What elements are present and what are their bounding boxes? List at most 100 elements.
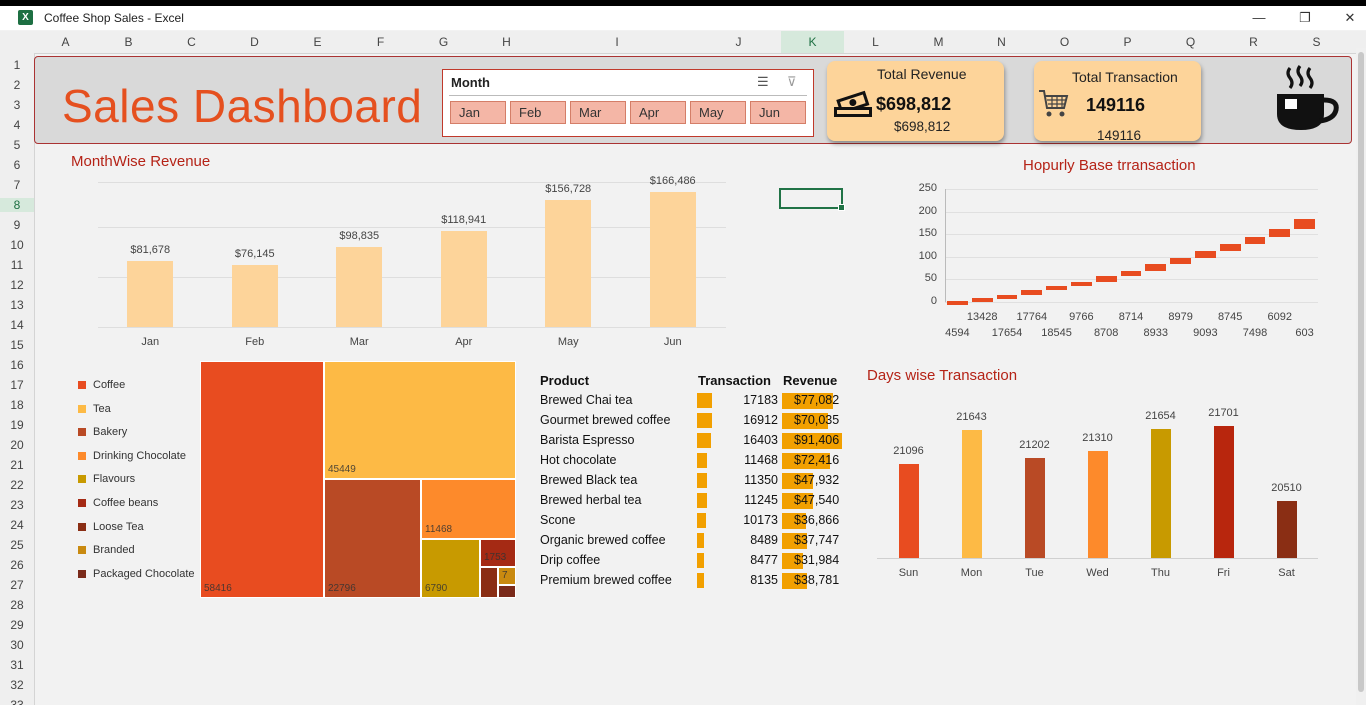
column-header-l[interactable]: L (844, 35, 907, 49)
row-header-18[interactable]: 18 (0, 398, 34, 412)
row-header-5[interactable]: 5 (0, 138, 34, 152)
column-header-b[interactable]: B (97, 35, 160, 49)
column-header-e[interactable]: E (286, 35, 349, 49)
x-tick-label: Wed (1086, 567, 1109, 579)
column-header-d[interactable]: D (223, 35, 286, 49)
x-tick-label: 9766 (1069, 311, 1094, 323)
column-header-a[interactable]: A (34, 35, 97, 49)
row-header-17[interactable]: 17 (0, 378, 34, 392)
row-header-11[interactable]: 11 (0, 258, 34, 272)
column-header-m[interactable]: M (907, 35, 970, 49)
row-header-12[interactable]: 12 (0, 278, 34, 292)
row-header-30[interactable]: 30 (0, 638, 34, 652)
row-header-31[interactable]: 31 (0, 658, 34, 672)
row-header-3[interactable]: 3 (0, 98, 34, 112)
slicer-item-may[interactable]: May (690, 101, 746, 124)
column-header-p[interactable]: P (1096, 35, 1159, 49)
bar-sun (898, 464, 919, 558)
row-header-2[interactable]: 2 (0, 78, 34, 92)
treemap-tile-coffee: 58416 (200, 361, 324, 598)
restore-button[interactable]: ❐ (1290, 8, 1320, 28)
waterfall-bar (947, 301, 968, 306)
window-title: Coffee Shop Sales - Excel (44, 11, 184, 25)
row-header-14[interactable]: 14 (0, 318, 34, 332)
row-header-4[interactable]: 4 (0, 118, 34, 132)
row-header-26[interactable]: 26 (0, 558, 34, 572)
table-row: Premium brewed coffee 8135 $38,781 (540, 571, 850, 591)
bar-fri (1213, 426, 1234, 558)
row-header-1[interactable]: 1 (0, 58, 34, 72)
row-header-22[interactable]: 22 (0, 478, 34, 492)
transaction-data-bar (697, 533, 705, 548)
data-label: 21701 (1208, 407, 1239, 420)
row-header-16[interactable]: 16 (0, 358, 34, 372)
data-label: 21654 (1145, 410, 1176, 423)
clear-filter-icon[interactable]: ⊽ (787, 74, 797, 90)
minimize-button[interactable]: — (1244, 8, 1274, 28)
row-header-33[interactable]: 33 (0, 698, 34, 705)
treemap-tile-packaged-chocolate (498, 585, 516, 598)
row-header-32[interactable]: 32 (0, 678, 34, 692)
row-header-10[interactable]: 10 (0, 238, 34, 252)
selected-cell[interactable] (779, 188, 845, 211)
row-header-24[interactable]: 24 (0, 518, 34, 532)
row-header-27[interactable]: 27 (0, 578, 34, 592)
x-tick-label: 8933 (1143, 327, 1169, 339)
column-header-h[interactable]: H (475, 35, 538, 49)
transaction-data-bar (697, 513, 706, 528)
column-header-n[interactable]: N (970, 35, 1033, 49)
column-header-r[interactable]: R (1222, 35, 1285, 49)
table-header-product: Product (540, 373, 590, 388)
column-header-i[interactable]: I (538, 35, 696, 49)
close-button[interactable]: ✕ (1335, 8, 1365, 28)
scrollbar-thumb[interactable] (1358, 52, 1364, 692)
row-header-28[interactable]: 28 (0, 598, 34, 612)
column-header-o[interactable]: O (1033, 35, 1096, 49)
revenue-value: $47,540 (794, 493, 840, 507)
row-header-6[interactable]: 6 (0, 158, 34, 172)
column-header-f[interactable]: F (349, 35, 412, 49)
row-header-25[interactable]: 25 (0, 538, 34, 552)
slicer-item-jun[interactable]: Jun (750, 101, 806, 124)
product-name: Premium brewed coffee (540, 573, 672, 587)
x-tick-label: Jun (663, 336, 682, 348)
row-header-23[interactable]: 23 (0, 498, 34, 512)
row-header-9[interactable]: 9 (0, 218, 34, 232)
x-tick-label: 603 (1295, 327, 1314, 339)
y-tick-label: 0 (930, 295, 937, 307)
title-bar: X Coffee Shop Sales - Excel — ❐ ✕ (0, 6, 1366, 30)
column-header-j[interactable]: J (696, 35, 781, 49)
row-header-13[interactable]: 13 (0, 298, 34, 312)
column-header-k[interactable]: K (781, 31, 844, 53)
treemap-value-label: 45449 (328, 464, 356, 475)
bar-mar (336, 246, 383, 327)
column-header-s[interactable]: S (1285, 35, 1348, 49)
column-header-g[interactable]: G (412, 35, 475, 49)
multi-select-icon[interactable]: ☰ (757, 74, 769, 90)
legend-swatch (78, 499, 86, 507)
y-tick-label: 50 (924, 272, 937, 285)
legend-item-drinking-chocolate: Drinking Chocolate (78, 450, 186, 462)
row-header-21[interactable]: 21 (0, 458, 34, 472)
slicer-item-apr[interactable]: Apr (630, 101, 686, 124)
treemap-tile-branded: 7 (498, 567, 516, 585)
column-headers: ABCDEFGHIJKLMNOPQRS (0, 31, 1366, 54)
slicer-item-mar[interactable]: Mar (570, 101, 626, 124)
vertical-scrollbar[interactable] (1356, 48, 1366, 705)
row-header-15[interactable]: 15 (0, 338, 34, 352)
row-header-8[interactable]: 8 (0, 198, 34, 212)
slicer-item-jan[interactable]: Jan (450, 101, 506, 124)
row-header-20[interactable]: 20 (0, 438, 34, 452)
legend-label: Bakery (93, 426, 128, 439)
slicer-item-feb[interactable]: Feb (510, 101, 566, 124)
x-tick-label: 7498 (1242, 327, 1268, 339)
x-tick-label: Mar (349, 336, 369, 348)
month-slicer[interactable]: Month ☰ ⊽ Jan Feb Mar Apr May Jun (442, 69, 814, 137)
fill-handle[interactable] (838, 204, 845, 211)
column-header-q[interactable]: Q (1159, 35, 1222, 49)
total-revenue-title: Total Revenue (877, 66, 967, 82)
row-header-7[interactable]: 7 (0, 178, 34, 192)
row-header-19[interactable]: 19 (0, 418, 34, 432)
column-header-c[interactable]: C (160, 35, 223, 49)
row-header-29[interactable]: 29 (0, 618, 34, 632)
